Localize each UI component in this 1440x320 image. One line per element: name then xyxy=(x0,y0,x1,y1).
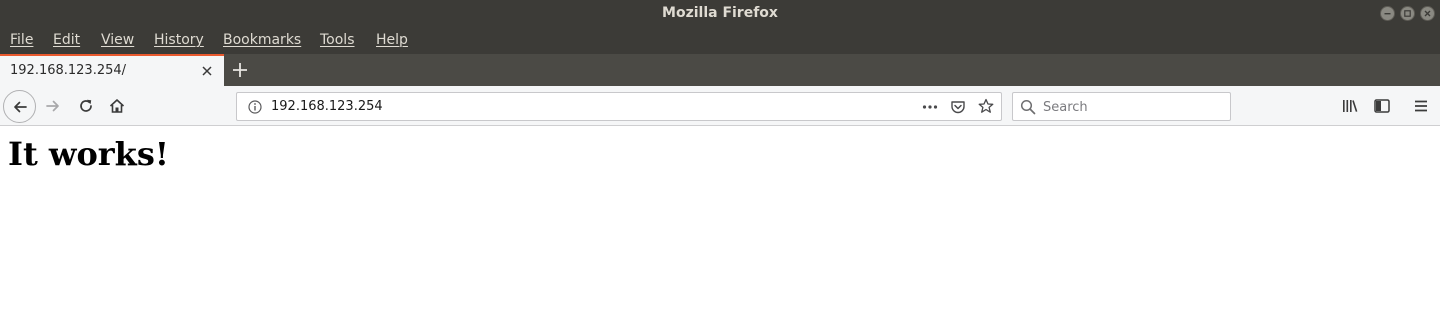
bookmark-star-icon[interactable] xyxy=(978,98,994,114)
close-window-button[interactable] xyxy=(1420,6,1435,21)
page-content: It works! xyxy=(0,127,1440,320)
tab-close-icon[interactable] xyxy=(199,63,215,79)
hamburger-menu-icon[interactable] xyxy=(1412,97,1430,115)
library-icon[interactable] xyxy=(1341,97,1359,115)
minimize-icon xyxy=(1384,13,1391,15)
maximize-button[interactable] xyxy=(1400,6,1415,21)
search-icon xyxy=(1020,99,1036,115)
menu-bookmarks[interactable]: Bookmarks xyxy=(223,32,301,48)
menu-view[interactable]: View xyxy=(101,32,134,48)
page-heading: It works! xyxy=(8,135,169,173)
site-info-icon[interactable] xyxy=(247,99,263,115)
back-arrow-icon xyxy=(13,101,27,112)
menu-tools[interactable]: Tools xyxy=(320,32,355,48)
menu-help[interactable]: Help xyxy=(376,32,408,48)
forward-arrow-icon[interactable] xyxy=(44,97,62,115)
window-title: Mozilla Firefox xyxy=(662,5,778,21)
close-icon xyxy=(1424,10,1431,17)
tab-label: 192.168.123.254/ xyxy=(10,63,127,78)
back-button[interactable] xyxy=(3,90,36,123)
minimize-button[interactable] xyxy=(1380,6,1395,21)
navigation-toolbar: 192.168.123.254 xyxy=(0,86,1440,126)
pocket-icon[interactable] xyxy=(950,99,966,115)
reload-icon[interactable] xyxy=(77,97,95,115)
menu-edit[interactable]: Edit xyxy=(53,32,80,48)
tab-strip: 192.168.123.254/ xyxy=(0,54,1440,86)
window-titlebar: Mozilla Firefox xyxy=(0,0,1440,28)
tab-active[interactable]: 192.168.123.254/ xyxy=(0,54,224,86)
url-bar[interactable]: 192.168.123.254 xyxy=(236,92,1002,121)
sidebar-icon[interactable] xyxy=(1373,97,1391,115)
home-icon[interactable] xyxy=(108,97,126,115)
menu-file[interactable]: File xyxy=(10,32,33,48)
search-input[interactable] xyxy=(1043,97,1223,117)
menu-bar: File Edit View History Bookmarks Tools H… xyxy=(0,28,1440,54)
search-bar[interactable] xyxy=(1012,92,1231,121)
page-actions-icon[interactable] xyxy=(922,99,938,115)
new-tab-icon[interactable] xyxy=(230,60,250,80)
menu-history[interactable]: History xyxy=(154,32,204,48)
url-text[interactable]: 192.168.123.254 xyxy=(271,99,383,114)
maximize-icon xyxy=(1404,10,1411,17)
